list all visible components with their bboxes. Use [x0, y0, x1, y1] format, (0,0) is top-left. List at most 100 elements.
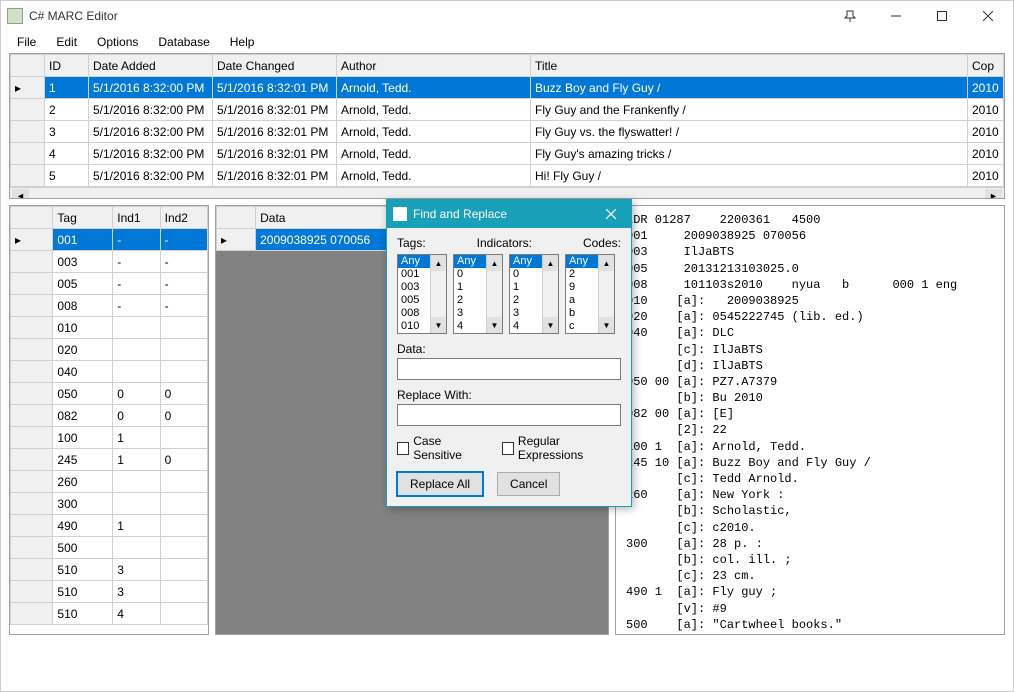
list-item[interactable]: 1	[454, 281, 486, 294]
cell-tag[interactable]: 001	[53, 229, 113, 251]
cell-ind1[interactable]	[113, 537, 160, 559]
list-item[interactable]: 9	[566, 281, 598, 294]
cell-tag[interactable]: 082	[53, 405, 113, 427]
cell-ind2[interactable]	[160, 361, 207, 383]
codes-listbox[interactable]: Any29abcd▲▼	[565, 254, 615, 334]
col-tag[interactable]: Tag	[53, 207, 113, 229]
cell-ind1[interactable]: 4	[113, 603, 160, 625]
cell-ind2[interactable]	[160, 559, 207, 581]
cell-ind2[interactable]: 0	[160, 449, 207, 471]
cell-ind1[interactable]	[113, 493, 160, 515]
cell-ind2[interactable]	[160, 515, 207, 537]
table-row[interactable]: 100 1	[11, 427, 208, 449]
case-sensitive-checkbox[interactable]: Case Sensitive	[397, 434, 488, 462]
table-row[interactable]: 245 1 0	[11, 449, 208, 471]
table-row[interactable]: 500	[11, 537, 208, 559]
cell-tag[interactable]: 510	[53, 603, 113, 625]
cell-ind1[interactable]	[113, 361, 160, 383]
table-row[interactable]: 005 - -	[11, 273, 208, 295]
cell-ind1[interactable]: 3	[113, 581, 160, 603]
cell-ind2[interactable]: -	[160, 295, 207, 317]
tags-listbox[interactable]: Any001003005008010020▲▼	[397, 254, 447, 334]
col-ind1[interactable]: Ind1	[113, 207, 160, 229]
cell-ind1[interactable]: 1	[113, 515, 160, 537]
cell-ind1[interactable]: -	[113, 229, 160, 251]
table-row[interactable]: 050 0 0	[11, 383, 208, 405]
list-item[interactable]: 3	[510, 307, 542, 320]
records-hscroll[interactable]: ◄ ►	[10, 187, 1004, 199]
replace-all-button[interactable]: Replace All	[397, 472, 483, 496]
list-item[interactable]: Any	[566, 255, 598, 268]
maximize-button[interactable]	[919, 1, 965, 31]
cell-ind2[interactable]	[160, 339, 207, 361]
cell-ind2[interactable]	[160, 471, 207, 493]
table-row[interactable]: 510 4	[11, 603, 208, 625]
cell-ind2[interactable]: 0	[160, 383, 207, 405]
scroll-down-icon[interactable]: ▼	[543, 317, 558, 333]
table-row[interactable]: 1 5/1/2016 8:32:00 PM 5/1/2016 8:32:01 P…	[11, 77, 1004, 99]
scroll-up-icon[interactable]: ▲	[599, 255, 614, 271]
ind1-listbox[interactable]: Any01234▲▼	[453, 254, 503, 334]
cell-ind1[interactable]	[113, 339, 160, 361]
cell-id[interactable]: 1	[45, 77, 89, 99]
dialog-close-button[interactable]	[591, 200, 631, 228]
scroll-up-icon[interactable]: ▲	[487, 255, 502, 271]
dialog-titlebar[interactable]: Find and Replace	[387, 200, 631, 228]
cell-ind1[interactable]: 0	[113, 383, 160, 405]
cell-date-changed[interactable]: 5/1/2016 8:32:01 PM	[213, 165, 337, 187]
cell-date-added[interactable]: 5/1/2016 8:32:00 PM	[89, 121, 213, 143]
list-item[interactable]: 0	[510, 268, 542, 281]
cell-ind1[interactable]	[113, 317, 160, 339]
list-item[interactable]: c	[566, 320, 598, 333]
cell-date-added[interactable]: 5/1/2016 8:32:00 PM	[89, 143, 213, 165]
list-item[interactable]: 010	[398, 320, 430, 333]
cell-ind1[interactable]: -	[113, 295, 160, 317]
marc-preview[interactable]: LDR 01287 2200361 4500 001 2009038925 07…	[615, 205, 1005, 635]
list-item[interactable]: b	[566, 307, 598, 320]
table-row[interactable]: 510 3	[11, 581, 208, 603]
table-row[interactable]: 490 1	[11, 515, 208, 537]
cell-ind1[interactable]: 1	[113, 449, 160, 471]
cell-tag[interactable]: 510	[53, 581, 113, 603]
cell-id[interactable]: 3	[45, 121, 89, 143]
list-item[interactable]: 4	[510, 320, 542, 333]
table-row[interactable]: 300	[11, 493, 208, 515]
table-row[interactable]: 001 - -	[11, 229, 208, 251]
cell-ind2[interactable]	[160, 317, 207, 339]
col-ind2[interactable]: Ind2	[160, 207, 207, 229]
cell-title[interactable]: Fly Guy and the Frankenfly /	[531, 99, 968, 121]
menu-database[interactable]: Database	[148, 33, 219, 51]
cell-ind2[interactable]	[160, 537, 207, 559]
list-item[interactable]: Any	[510, 255, 542, 268]
cell-cop[interactable]: 2010	[968, 143, 1004, 165]
cell-cop[interactable]: 2010	[968, 121, 1004, 143]
list-item[interactable]: 2	[510, 294, 542, 307]
cell-ind2[interactable]: 0	[160, 405, 207, 427]
cell-tag[interactable]: 040	[53, 361, 113, 383]
cell-date-added[interactable]: 5/1/2016 8:32:00 PM	[89, 77, 213, 99]
menu-edit[interactable]: Edit	[46, 33, 87, 51]
regex-checkbox[interactable]: Regular Expressions	[502, 434, 621, 462]
col-date-added[interactable]: Date Added	[89, 55, 213, 77]
scroll-up-icon[interactable]: ▲	[431, 255, 446, 271]
cell-ind2[interactable]: -	[160, 229, 207, 251]
cell-ind2[interactable]	[160, 603, 207, 625]
scroll-down-icon[interactable]: ▼	[431, 317, 446, 333]
cell-id[interactable]: 4	[45, 143, 89, 165]
cell-ind2[interactable]	[160, 427, 207, 449]
cell-title[interactable]: Buzz Boy and Fly Guy /	[531, 77, 968, 99]
cell-ind2[interactable]	[160, 493, 207, 515]
scroll-down-icon[interactable]: ▼	[487, 317, 502, 333]
data-input[interactable]	[397, 358, 621, 380]
ind2-listbox[interactable]: Any01234▲▼	[509, 254, 559, 334]
table-row[interactable]: 020	[11, 339, 208, 361]
menu-help[interactable]: Help	[220, 33, 265, 51]
cell-id[interactable]: 2	[45, 99, 89, 121]
col-date-changed[interactable]: Date Changed	[213, 55, 337, 77]
cell-author[interactable]: Arnold, Tedd.	[337, 77, 531, 99]
cell-date-added[interactable]: 5/1/2016 8:32:00 PM	[89, 165, 213, 187]
records-grid[interactable]: ID Date Added Date Changed Author Title …	[9, 53, 1005, 199]
cell-cop[interactable]: 2010	[968, 165, 1004, 187]
cell-date-changed[interactable]: 5/1/2016 8:32:01 PM	[213, 121, 337, 143]
table-row[interactable]: 010	[11, 317, 208, 339]
